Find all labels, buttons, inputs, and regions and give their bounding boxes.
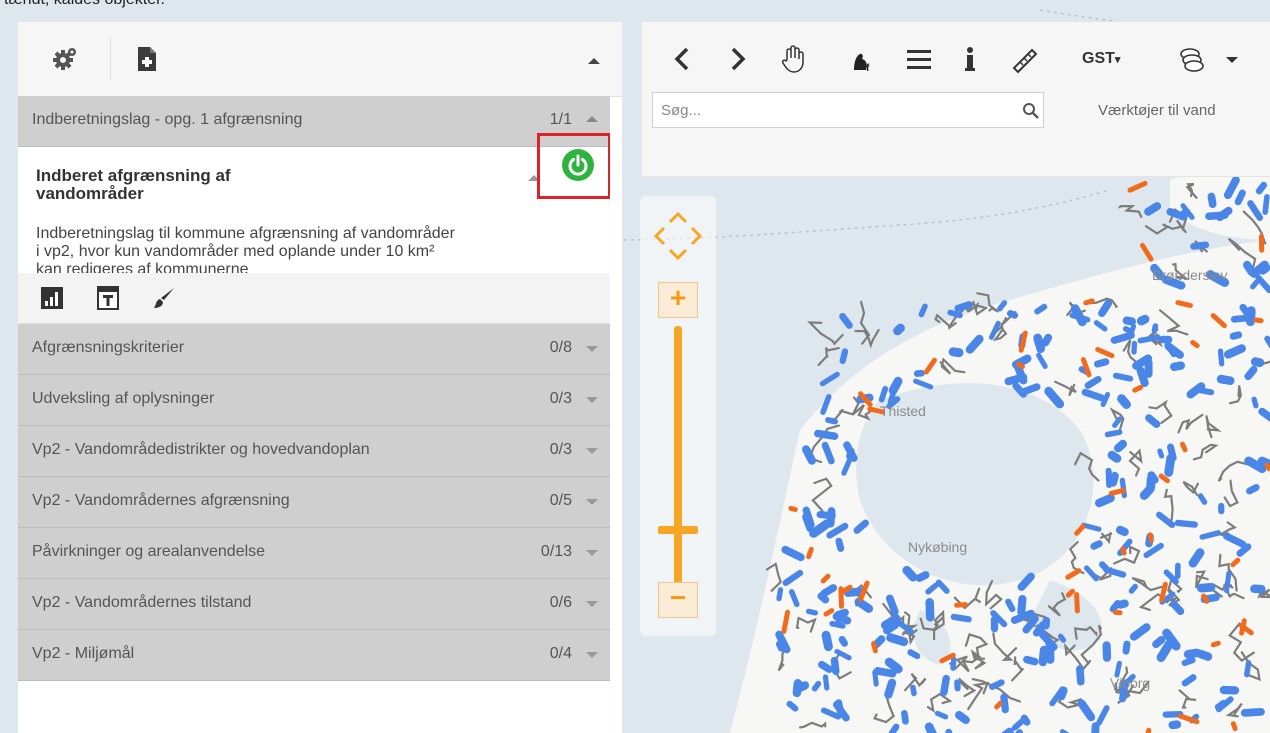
layer-group-count: 0/8	[549, 339, 572, 356]
layer-group-count: 0/3	[549, 390, 572, 407]
layer-group-label: Vp2 - Vandområdernes tilstand	[32, 594, 252, 611]
layer-group-row[interactable]: Påvirkninger og arealanvendelse 0/13	[18, 528, 610, 579]
layer-description: Indberetningslag til kommune afgrænsning…	[36, 225, 455, 278]
search-icon[interactable]	[1022, 102, 1040, 120]
pan-hand-icon[interactable]	[778, 44, 808, 74]
add-document-icon[interactable]	[134, 46, 160, 72]
map-label-thisted: Thisted	[880, 403, 926, 419]
expand-caret-icon[interactable]	[586, 448, 598, 454]
gst-dropdown[interactable]: GST▾	[1082, 50, 1120, 68]
svg-text:f: f	[866, 63, 870, 74]
expand-caret-icon[interactable]	[586, 397, 598, 403]
attribute-table-icon[interactable]	[96, 286, 120, 310]
caption-text: tændt, kaldes objekter.	[4, 0, 165, 9]
legend-chart-icon[interactable]	[40, 286, 64, 310]
layer-tools	[18, 273, 610, 323]
layer-group-count: 0/3	[549, 441, 572, 458]
gst-label: GST	[1082, 50, 1115, 67]
layers-caret-icon[interactable]	[1226, 57, 1238, 63]
toolbar-separator	[110, 38, 111, 80]
layer-list: Indberetningslag - opg. 1 afgrænsning 1/…	[18, 96, 610, 733]
water-tools-label[interactable]: Værktøjer til vand	[1098, 102, 1216, 119]
expand-caret-icon[interactable]	[586, 499, 598, 505]
layer-group-label: Vp2 - Miljømål	[32, 645, 135, 662]
zoom-control: + −	[640, 196, 716, 636]
settings-gears-icon[interactable]	[52, 46, 78, 72]
layer-panel: Indberetningslag - opg. 1 afgrænsning 1/…	[18, 22, 622, 733]
pan-arrows-icon[interactable]	[650, 208, 706, 264]
layer-group-header[interactable]: Indberetningslag - opg. 1 afgrænsning 1/…	[18, 96, 610, 147]
layer-group-count: 0/5	[549, 492, 572, 509]
identify-pointer-icon[interactable]: f	[848, 44, 878, 74]
layer-group-label: Vp2 - Vandområdernes afgrænsning	[32, 492, 290, 509]
gst-caret-icon: ▾	[1114, 54, 1121, 66]
layer-group-label: Vp2 - Vandområdedistrikter og hovedvando…	[32, 441, 370, 458]
layer-group-count: 0/13	[540, 543, 572, 560]
zoom-out-button[interactable]: −	[658, 582, 698, 618]
power-icon	[568, 154, 588, 176]
layer-title: Indberet afgrænsning af vandområder	[36, 166, 231, 203]
layer-group-label: Afgrænsningskriterier	[32, 339, 185, 356]
map-label-bronderslev: Brønderslev	[1152, 267, 1227, 283]
edit-brush-icon[interactable]	[152, 286, 176, 310]
expand-caret-icon[interactable]	[586, 550, 598, 556]
zoom-in-button[interactable]: +	[658, 282, 698, 318]
layer-item-expanded: Indberet afgrænsning af vandområder Indb…	[18, 133, 610, 324]
info-icon[interactable]	[960, 44, 980, 74]
expand-caret-icon[interactable]	[586, 601, 598, 607]
back-arrow-icon[interactable]	[672, 44, 692, 74]
layer-group-rows: Afgrænsningskriterier 0/8 Udveksling af …	[18, 324, 610, 681]
layer-group-count: 0/4	[549, 645, 572, 662]
layer-group-row[interactable]: Udveksling af oplysninger 0/3	[18, 375, 610, 426]
layer-group-row[interactable]: Vp2 - Miljømål 0/4	[18, 630, 610, 681]
search-input[interactable]: Søg...	[652, 92, 1044, 128]
zoom-slider-handle[interactable]	[658, 526, 698, 534]
map-label-nykobing: Nykøbing	[908, 539, 967, 555]
layer-group-row[interactable]: Vp2 - Vandområdernes afgrænsning 0/5	[18, 477, 610, 528]
layer-group-label: Udveksling af oplysninger	[32, 390, 215, 407]
layers-stack-icon[interactable]	[1178, 44, 1212, 74]
layer-group-count: 1/1	[549, 111, 572, 128]
layer-group-label: Indberetningslag - opg. 1 afgrænsning	[32, 111, 303, 128]
layer-group-label: Påvirkninger og arealanvendelse	[32, 543, 266, 560]
layer-group-count: 0/6	[549, 594, 572, 611]
layer-group-row[interactable]: Vp2 - Vandområdedistrikter og hovedvando…	[18, 426, 610, 477]
map-label-viborg: Viborg	[1110, 675, 1150, 691]
measure-ruler-icon[interactable]	[1010, 44, 1040, 74]
menu-list-icon[interactable]	[904, 44, 934, 74]
zoom-slider-track[interactable]	[674, 326, 682, 592]
layer-group-row[interactable]: Vp2 - Vandområdernes tilstand 0/6	[18, 579, 610, 630]
expand-caret-icon[interactable]	[586, 652, 598, 658]
panel-toolbar	[18, 22, 622, 97]
expand-caret-icon[interactable]	[586, 346, 598, 352]
layer-group-row[interactable]: Afgrænsningskriterier 0/8	[18, 324, 610, 375]
highlight-box	[537, 133, 610, 199]
collapse-caret-icon[interactable]	[586, 116, 598, 122]
forward-arrow-icon[interactable]	[728, 44, 748, 74]
layer-toggle-button[interactable]	[562, 149, 594, 181]
map-toolbar: f GST▾ Søg... Værktøjer til vand	[642, 22, 1270, 176]
collapse-panel-caret-icon[interactable]	[588, 58, 600, 64]
